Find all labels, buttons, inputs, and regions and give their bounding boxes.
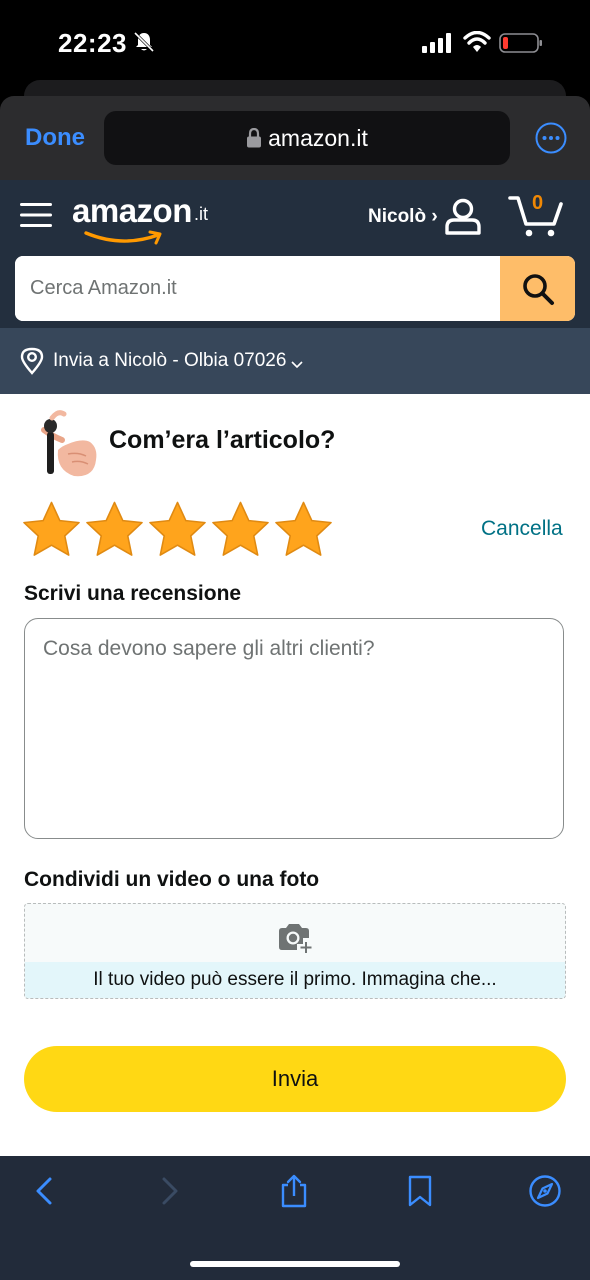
search-input[interactable] — [15, 256, 515, 321]
star-icon[interactable] — [22, 500, 81, 558]
review-textarea[interactable] — [41, 635, 545, 825]
status-time: 22:23 — [58, 28, 127, 58]
address-bar[interactable]: amazon.it — [104, 111, 510, 165]
account-link[interactable]: Nicolò › — [368, 206, 438, 228]
lock-icon — [247, 128, 262, 148]
search-bar — [15, 256, 575, 321]
smile-arrow-icon — [84, 230, 162, 245]
battery-low-icon — [499, 33, 542, 53]
compass-icon[interactable] — [528, 1174, 562, 1208]
cellular-signal-icon — [422, 33, 451, 53]
back-icon[interactable] — [28, 1174, 62, 1208]
user-icon[interactable] — [444, 197, 482, 235]
hamburger-menu-icon[interactable] — [20, 200, 52, 230]
star-rating[interactable] — [22, 500, 333, 558]
rating-question: Com’era l’articolo? — [109, 426, 336, 454]
search-button[interactable] — [500, 256, 575, 321]
share-icon[interactable] — [277, 1174, 311, 1208]
delivery-text: Invia a Nicolò - Olbia 07026 — [53, 350, 287, 371]
more-options-icon[interactable] — [535, 122, 567, 154]
done-button[interactable]: Done — [25, 124, 85, 152]
delivery-location[interactable]: Invia a Nicolò - Olbia 07026 — [0, 328, 590, 394]
site-header: amazon .it Nicolò › 0 — [0, 180, 590, 328]
bell-slash-icon — [133, 31, 155, 53]
media-label: Condividi un video o una foto — [24, 868, 320, 891]
amazon-logo[interactable]: amazon .it — [72, 192, 222, 245]
logo-domain: .it — [194, 204, 209, 224]
bookmarks-icon[interactable] — [403, 1174, 437, 1208]
cart-count: 0 — [532, 192, 544, 214]
star-icon[interactable] — [274, 500, 333, 558]
media-hint: Il tuo video può essere il primo. Immagi… — [25, 962, 565, 998]
star-icon[interactable] — [85, 500, 144, 558]
review-form: Com’era l’articolo? Cancella Scrivi una … — [0, 394, 590, 1156]
review-box — [24, 618, 564, 839]
logo-wordmark: amazon — [72, 192, 192, 229]
location-pin-icon — [20, 347, 44, 375]
submit-button[interactable]: Invia — [24, 1046, 566, 1112]
home-indicator[interactable] — [190, 1261, 400, 1267]
browser-toolbar — [0, 1156, 590, 1280]
forward-icon[interactable] — [152, 1174, 186, 1208]
search-icon — [522, 273, 554, 305]
star-icon[interactable] — [211, 500, 270, 558]
product-image — [41, 410, 97, 477]
add-photo-icon — [279, 924, 312, 953]
chevron-down-icon — [291, 361, 303, 369]
browser-bar: Done amazon.it — [0, 96, 590, 180]
review-label: Scrivi una recensione — [24, 582, 242, 605]
clear-rating-link[interactable]: Cancella — [481, 517, 563, 541]
wifi-icon — [463, 31, 491, 52]
star-icon[interactable] — [148, 500, 207, 558]
media-upload[interactable]: Il tuo video può essere il primo. Immagi… — [24, 903, 566, 999]
status-bar: 22:23 — [0, 0, 590, 88]
url-text: amazon.it — [268, 124, 368, 151]
